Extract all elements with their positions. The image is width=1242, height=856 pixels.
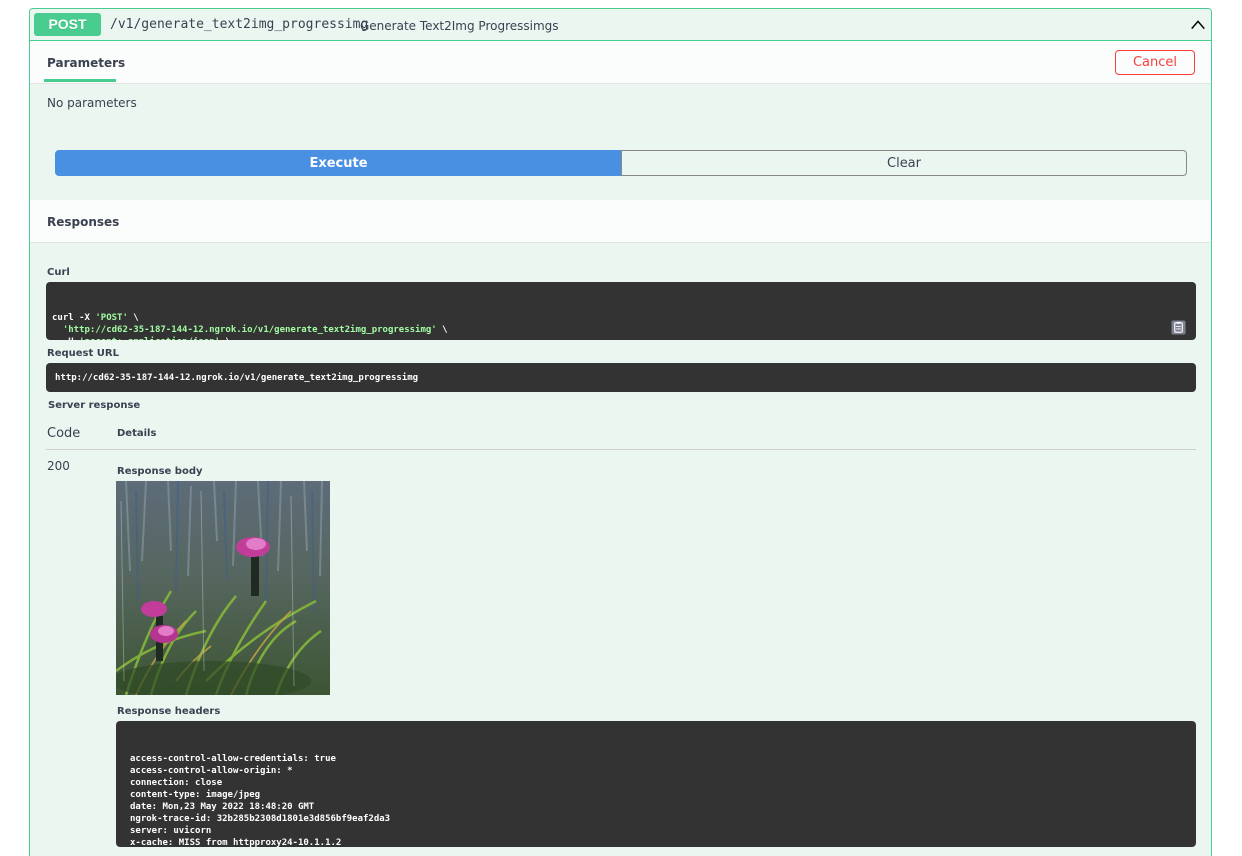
request-url-box[interactable]: http://cd62-35-187-144-12.ngrok.io/v1/ge… — [46, 363, 1196, 392]
endpoint-path: /v1/generate_text2img_progressimg — [110, 17, 369, 32]
http-method-badge: POST — [34, 13, 101, 36]
execute-button[interactable]: Execute — [55, 150, 622, 176]
curl-line-command: curl -X — [52, 313, 96, 323]
curl-line-string: 'http://cd62-35-187-144-12.ngrok.io/v1/g… — [62, 325, 437, 335]
operation-summary[interactable]: POST /v1/generate_text2img_progressimg G… — [30, 9, 1211, 41]
copy-icon[interactable] — [1171, 320, 1186, 335]
response-header-line: access-control-allow-credentials: true — [130, 754, 336, 764]
curl-line: curl -X 'POST' \ — [52, 312, 1190, 324]
curl-line-continuation: \ — [436, 325, 448, 335]
response-headers-block[interactable]: access-control-allow-credentials: true ac… — [116, 721, 1196, 847]
curl-line-command — [52, 325, 63, 335]
status-code: 200 — [47, 459, 70, 473]
server-response-label: Server response — [48, 400, 141, 411]
tab-active-indicator — [44, 79, 116, 82]
response-header-line: connection: close — [130, 778, 223, 788]
curl-line: 'http://cd62-35-187-144-12.ngrok.io/v1/g… — [52, 324, 1190, 336]
curl-lines: curl -X 'POST' \ 'http://cd62-35-187-144… — [52, 312, 1190, 340]
curl-line-string: 'POST' — [95, 313, 128, 323]
tab-parameters[interactable]: Parameters — [47, 56, 125, 70]
curl-line-command: -H — [52, 337, 79, 340]
response-header-line: server: uvicorn — [130, 826, 212, 836]
curl-line-string: 'accept: application/json' — [79, 337, 220, 340]
curl-line-continuation: \ — [220, 337, 230, 340]
response-header-lines: access-control-allow-credentials: true ac… — [130, 753, 1182, 847]
endpoint-summary: Generate Text2Img Progressimgs — [360, 19, 559, 33]
operation-block: POST /v1/generate_text2img_progressimg G… — [29, 8, 1212, 856]
code-column-header: Code — [47, 426, 81, 441]
curl-code-block[interactable]: curl -X 'POST' \ 'http://cd62-35-187-144… — [46, 282, 1196, 340]
cancel-button[interactable]: Cancel — [1115, 50, 1195, 75]
response-header-line: date: Mon,23 May 2022 18:48:20 GMT — [130, 802, 315, 812]
parameters-header: Parameters Cancel — [30, 41, 1211, 84]
chevron-up-icon[interactable] — [1189, 16, 1207, 34]
responses-title: Responses — [47, 215, 120, 229]
request-url-label: Request URL — [47, 348, 119, 359]
response-header-line: content-type: image/jpeg — [130, 790, 261, 800]
no-parameters-text: No parameters — [47, 96, 137, 110]
curl-line: -H 'accept: application/json' \ — [52, 336, 1190, 340]
details-column-header: Details — [117, 428, 157, 439]
clear-button[interactable]: Clear — [621, 150, 1187, 176]
table-divider — [46, 449, 1196, 450]
execute-wrapper: Execute Clear — [55, 150, 1187, 176]
response-image — [116, 481, 330, 695]
response-header-line: x-cache: MISS from httpproxy24-10.1.1.2 — [130, 838, 342, 847]
curl-line-continuation: \ — [127, 313, 139, 323]
response-headers-label: Response headers — [117, 706, 221, 717]
responses-header: Responses — [30, 200, 1211, 243]
response-body-label: Response body — [117, 466, 203, 477]
response-header-line: access-control-allow-origin: * — [130, 766, 293, 776]
curl-label: Curl — [47, 267, 70, 278]
response-header-line: ngrok-trace-id: 32b285b2308d1801e3d856bf… — [130, 814, 391, 824]
